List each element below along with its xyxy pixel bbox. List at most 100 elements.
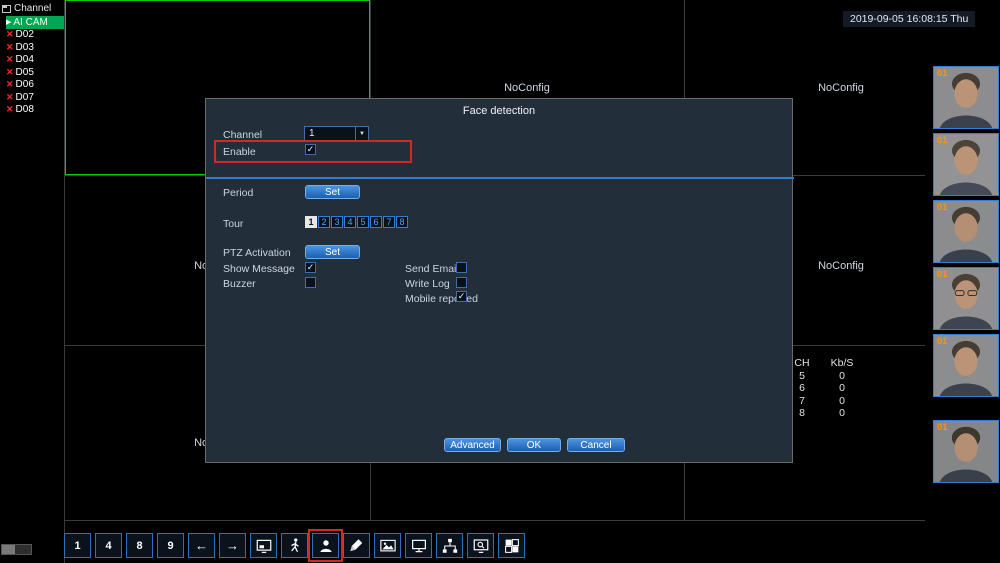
sidebar-item-d02[interactable]: ✕ D02 <box>6 29 64 42</box>
digit-1-glyph: 1 <box>74 539 81 552</box>
enable-checkbox[interactable]: ✓ <box>305 144 316 155</box>
check-icon: ✓ <box>306 144 315 154</box>
ptz-set-button[interactable]: Set <box>305 245 360 259</box>
offline-x-icon: ✕ <box>6 54 14 65</box>
send-email-label: Send Email <box>405 263 459 275</box>
digit-9-glyph: 9 <box>167 539 174 552</box>
sidebar-horizontal-scrollbar[interactable] <box>1 544 32 555</box>
channel-label: D03 <box>15 41 34 53</box>
channel-grid-icon <box>2 4 11 13</box>
channel-label: D06 <box>15 79 34 91</box>
screen-split-1-button[interactable]: 1 <box>64 533 91 558</box>
channel-label: D04 <box>15 54 34 66</box>
offline-x-icon: ✕ <box>6 91 14 102</box>
noconfig-label-r1c3: NoConfig <box>818 82 864 94</box>
channel-tree-header: Channel <box>0 0 64 16</box>
tour-option-3[interactable]: 3 <box>331 216 343 228</box>
snapshot-button[interactable] <box>374 533 401 558</box>
screen-split-9-button[interactable]: 9 <box>157 533 184 558</box>
digit-8-glyph: 8 <box>136 539 143 552</box>
channel-label: D05 <box>15 66 34 78</box>
sidebar-item-d03[interactable]: ✕ D03 <box>6 41 64 54</box>
check-icon: ✓ <box>457 291 466 301</box>
bitrate-kbs: 0 <box>839 369 845 382</box>
screen-split-8-button[interactable]: 8 <box>126 533 153 558</box>
sidebar-item-ai-cam[interactable]: ▶ AI CAM <box>6 16 64 29</box>
offline-x-icon: ✕ <box>6 29 14 40</box>
channel-label: D07 <box>15 91 34 103</box>
tour-option-6[interactable]: 6 <box>370 216 382 228</box>
sidebar-item-d05[interactable]: ✕ D05 <box>6 66 64 79</box>
bitrate-kbs: 0 <box>839 382 845 394</box>
motion-detection-button[interactable] <box>281 533 308 558</box>
monitor-icon <box>411 539 426 552</box>
network-topology-icon <box>442 538 457 553</box>
scrollbar-handle[interactable] <box>2 545 15 554</box>
face-snapshot[interactable]: 01 <box>933 334 999 397</box>
show-message-checkbox[interactable]: ✓ <box>305 262 316 273</box>
noconfig-label-r1c2: NoConfig <box>504 82 550 94</box>
face-detection-button[interactable] <box>308 529 343 562</box>
display-settings-button[interactable] <box>405 533 432 558</box>
digit-4-glyph: 4 <box>105 539 112 552</box>
sidebar-item-d06[interactable]: ✕ D06 <box>6 79 64 92</box>
face-snapshot[interactable]: 01 <box>933 133 999 196</box>
screen-split-4-button[interactable]: 4 <box>95 533 122 558</box>
dialog-title: Face detection <box>462 105 536 117</box>
period-set-button[interactable]: Set <box>305 185 360 199</box>
next-page-button[interactable]: → <box>219 533 246 558</box>
sidebar-item-d04[interactable]: ✕ D04 <box>6 54 64 67</box>
sidebar-item-d08[interactable]: ✕ D08 <box>6 104 64 117</box>
selected-arrow-icon: ▶ <box>6 19 12 27</box>
tour-option-4[interactable]: 4 <box>344 216 356 228</box>
ok-button[interactable]: OK <box>507 438 561 452</box>
face-snapshot[interactable]: 01 <box>933 200 999 263</box>
digital-zoom-button[interactable] <box>467 533 494 558</box>
chevron-down-icon[interactable]: ▼ <box>355 127 368 140</box>
screen-magnifier-icon <box>473 538 488 553</box>
face-snapshot[interactable]: 01 <box>933 66 999 129</box>
snapshot-channel-badge: 01 <box>937 135 948 146</box>
channel-select[interactable]: 1 ▼ <box>304 126 369 141</box>
channel-sidebar: Channel ▶ AI CAM ✕ D02 ✕ D03 ✕ D04 ✕ D05 <box>0 0 65 563</box>
walking-person-icon <box>290 537 299 552</box>
offline-x-icon: ✕ <box>6 104 14 115</box>
show-message-label: Show Message <box>223 263 295 275</box>
tour-option-2[interactable]: 2 <box>318 216 330 228</box>
paint-brush-icon <box>349 538 362 551</box>
mobile-reported-checkbox[interactable]: ✓ <box>456 291 467 302</box>
advanced-button[interactable]: Advanced <box>444 438 501 452</box>
bottom-toolbar: 1 4 8 9 ← → <box>64 529 525 562</box>
grid-hline-3 <box>65 520 1000 521</box>
color-settings-button[interactable] <box>343 533 370 558</box>
channel-field-label: Channel <box>223 129 263 141</box>
send-email-checkbox[interactable] <box>456 262 467 273</box>
sidebar-item-d07[interactable]: ✕ D07 <box>6 91 64 104</box>
previous-page-button[interactable]: ← <box>188 533 215 558</box>
check-icon: ✓ <box>306 262 315 272</box>
bitrate-kbs: 0 <box>839 407 845 419</box>
tour-option-1[interactable]: 1 <box>305 216 317 228</box>
cancel-button[interactable]: Cancel <box>567 438 625 452</box>
pip-display-button[interactable] <box>250 533 277 558</box>
channel-label: D08 <box>15 104 34 116</box>
channel-label: AI CAM <box>13 16 48 28</box>
face-snapshot[interactable]: 01 <box>933 267 999 330</box>
face-detection-dialog: Face detection Channel 1 ▼ Enable ✓ Peri… <box>205 98 794 463</box>
period-field-label: Period <box>223 187 254 199</box>
photo-image-icon <box>379 539 396 551</box>
network-button[interactable] <box>436 533 463 558</box>
tour-option-8[interactable]: 8 <box>396 216 408 228</box>
arrow-right-icon: → <box>226 538 239 553</box>
write-log-checkbox[interactable] <box>456 277 467 288</box>
buzzer-checkbox[interactable] <box>305 277 316 288</box>
mosaic-button[interactable] <box>498 533 525 558</box>
tour-option-5[interactable]: 5 <box>357 216 369 228</box>
face-snapshot-strip: 01 01 01 01 01 01 <box>925 0 1000 563</box>
pixel-grid-icon <box>504 538 519 553</box>
face-snapshot[interactable]: 01 <box>933 420 999 483</box>
dialog-separator <box>206 177 794 179</box>
offline-x-icon: ✕ <box>6 41 14 52</box>
mobile-reported-label: Mobile reported <box>405 293 478 305</box>
tour-option-7[interactable]: 7 <box>383 216 395 228</box>
